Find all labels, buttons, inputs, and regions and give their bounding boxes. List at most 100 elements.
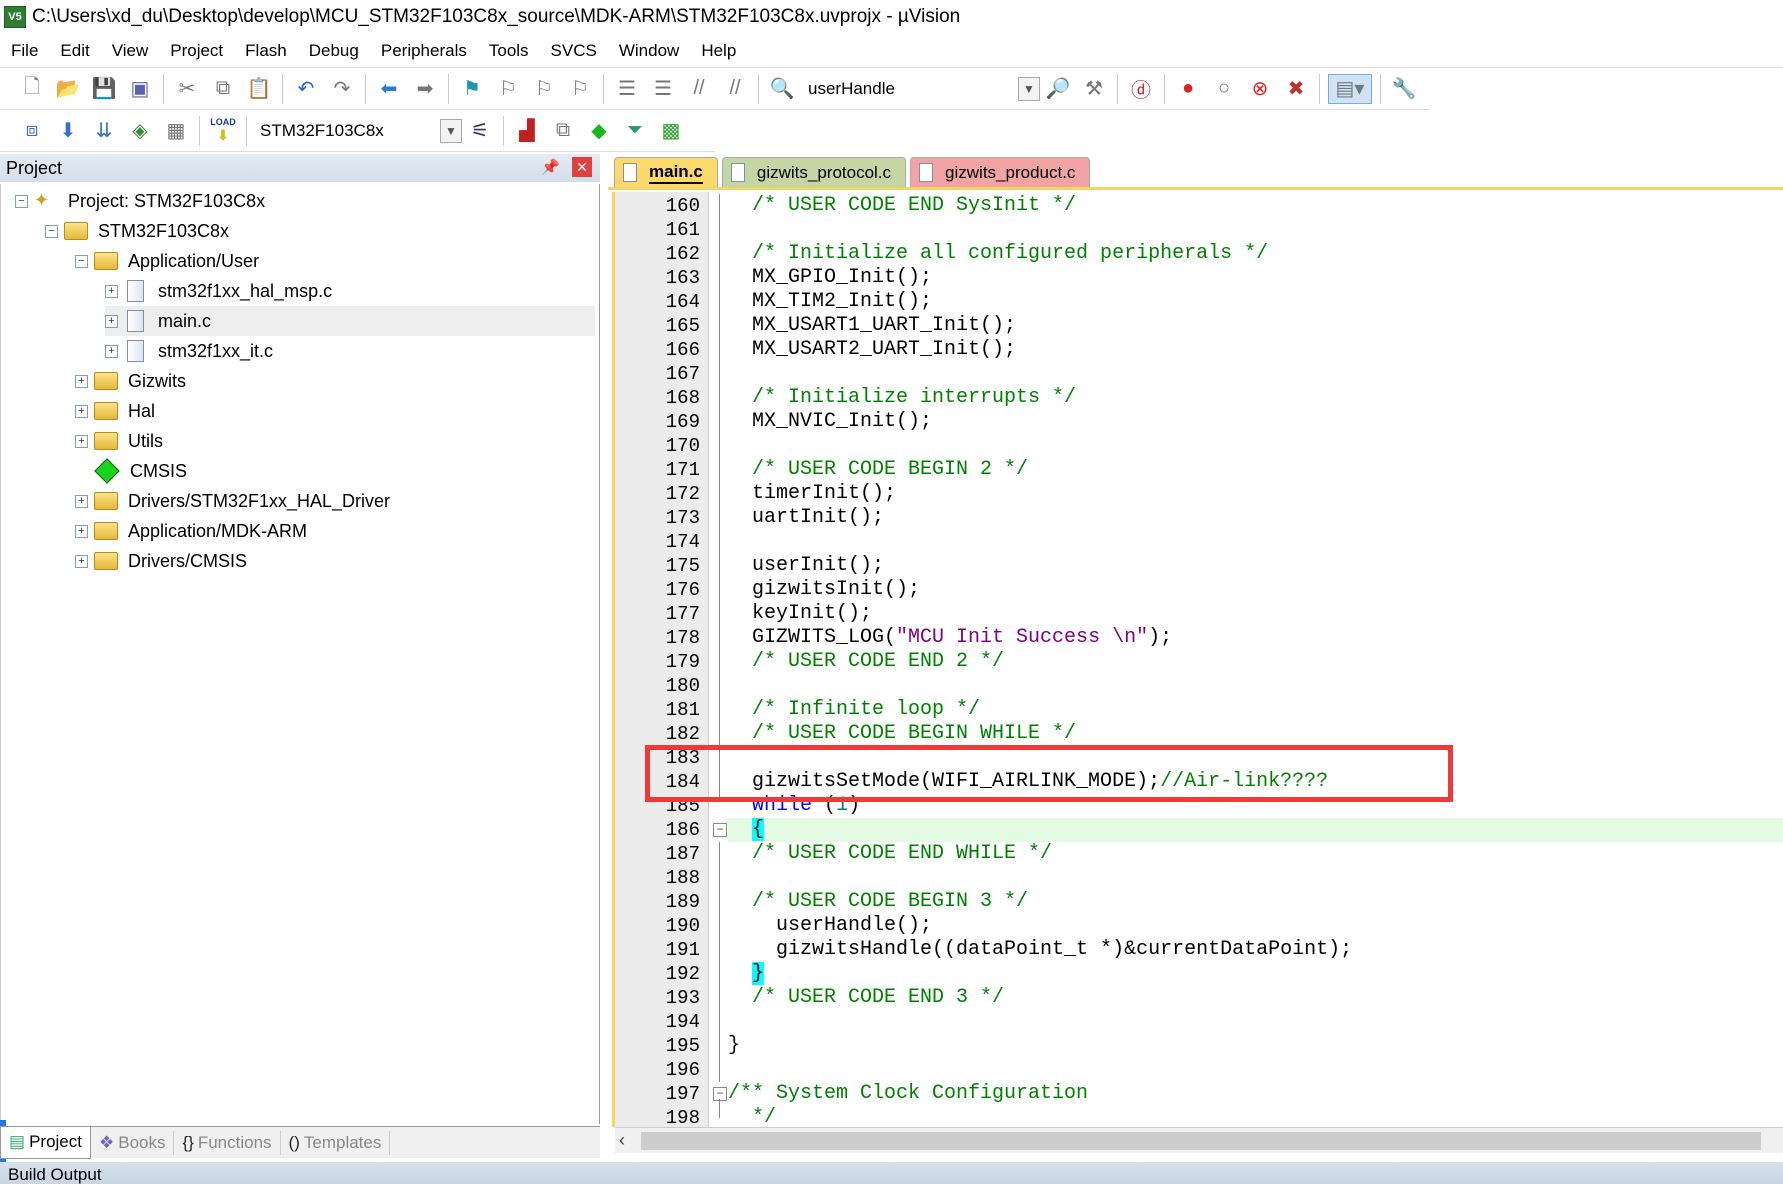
load-download-icon[interactable]: LOAD ⬇ [208, 116, 238, 146]
uncomment-icon[interactable]: // [720, 74, 750, 104]
kill-breakpoints-icon[interactable]: ✖ [1281, 74, 1311, 104]
code-editor[interactable]: 160 161 162 163 164 165 166 167 168 169 170 171 172 1… [612, 192, 1783, 1127]
editor-tab[interactable]: gizwits_protocol.c [721, 157, 907, 187]
code-line[interactable]: uartInit(); [728, 506, 1783, 530]
open-file-icon[interactable]: 📂 [53, 74, 83, 104]
collapse-icon[interactable]: − [15, 194, 28, 208]
code-line[interactable] [728, 1010, 1783, 1034]
code-line[interactable] [728, 674, 1783, 698]
code-line[interactable]: userInit(); [728, 554, 1783, 578]
expand-icon[interactable]: + [75, 434, 88, 448]
menu-view[interactable]: View [101, 41, 160, 61]
tree-item[interactable]: CMSIS [75, 456, 187, 486]
expand-icon[interactable]: + [105, 314, 118, 328]
stop-build-icon[interactable]: ▦ [161, 116, 191, 146]
code-line[interactable]: /* USER CODE END SysInit */ [728, 194, 1783, 218]
clear-bookmarks-icon[interactable]: ⚐ [565, 74, 595, 104]
code-line[interactable]: MX_GPIO_Init(); [728, 266, 1783, 290]
find-icon[interactable]: 🔎 [1043, 74, 1073, 104]
code-line[interactable]: gizwitsHandle((dataPoint_t *)&currentDat… [728, 938, 1783, 962]
tree-item[interactable]: + stm32f1xx_hal_msp.c [105, 276, 332, 306]
tree-item[interactable]: − ✦ Project: STM32F103C8x [15, 186, 265, 216]
save-all-icon[interactable]: ▣ [125, 74, 155, 104]
horizontal-scrollbar[interactable]: ‹ [615, 1127, 1783, 1153]
file-extensions-icon[interactable]: ⧉ [548, 116, 578, 146]
disable-breakpoints-icon[interactable]: ⊗ [1245, 74, 1275, 104]
select-software-packs-icon[interactable]: ⏷ [620, 116, 650, 146]
tree-item[interactable]: − Application/User [75, 246, 259, 276]
cut-icon[interactable]: ✂ [172, 74, 202, 104]
comment-icon[interactable]: // [684, 74, 714, 104]
expand-icon[interactable]: + [75, 554, 88, 568]
new-file-icon[interactable]: 🗋 [17, 74, 47, 104]
expand-icon[interactable]: + [105, 344, 118, 358]
code-line[interactable]: /** System Clock Configuration [728, 1082, 1783, 1106]
code-line[interactable] [728, 530, 1783, 554]
insert-breakpoint-icon[interactable]: ● [1173, 74, 1203, 104]
tree-item[interactable]: + Gizwits [75, 366, 186, 396]
manage-run-time-environment-icon[interactable]: ◆ [584, 116, 614, 146]
collapse-icon[interactable]: − [45, 224, 58, 238]
debug-session-icon[interactable]: ⓓ [1126, 74, 1156, 104]
navigate-forward-icon[interactable]: ➡ [410, 74, 440, 104]
code-line[interactable]: /* USER CODE END WHILE */ [728, 842, 1783, 866]
code-line[interactable]: } [728, 1034, 1783, 1058]
code-line[interactable]: userHandle(); [728, 914, 1783, 938]
scrollbar-thumb[interactable] [641, 1132, 1761, 1150]
pack-installer-icon[interactable]: ▩ [656, 116, 686, 146]
code-line[interactable]: /* USER CODE END 3 */ [728, 986, 1783, 1010]
code-line[interactable]: /* USER CODE BEGIN 2 */ [728, 458, 1783, 482]
build-icon[interactable]: ⬇ [53, 116, 83, 146]
indent-icon[interactable]: ☰ [612, 74, 642, 104]
tree-item[interactable]: + Application/MDK-ARM [75, 516, 307, 546]
code-line[interactable]: gizwitsInit(); [728, 578, 1783, 602]
prev-bookmark-icon[interactable]: ⚐ [493, 74, 523, 104]
copy-icon[interactable]: ⧉ [208, 74, 238, 104]
tree-item[interactable]: + stm32f1xx_it.c [105, 336, 273, 366]
tree-item[interactable]: + Hal [75, 396, 155, 426]
tree-item[interactable]: − STM32F103C8x [45, 216, 229, 246]
configure-icon[interactable]: 🔧 [1389, 74, 1419, 104]
incremental-find-icon[interactable]: ⚒ [1079, 74, 1109, 104]
code-line[interactable] [728, 362, 1783, 386]
paste-icon[interactable]: 📋 [244, 74, 274, 104]
find-combo[interactable]: userHandle ▼ [800, 75, 1040, 103]
navigate-back-icon[interactable]: ⬅ [374, 74, 404, 104]
chevron-down-icon[interactable]: ▼ [1018, 76, 1040, 101]
manage-components-icon[interactable]: ▟ [512, 116, 542, 146]
expand-icon[interactable]: + [105, 284, 118, 298]
menu-window[interactable]: Window [608, 41, 690, 61]
unindent-icon[interactable]: ☰ [648, 74, 678, 104]
fold-collapse-icon[interactable]: − [713, 823, 727, 837]
code-line[interactable]: /* USER CODE BEGIN WHILE */ [728, 722, 1783, 746]
code-line[interactable]: MX_NVIC_Init(); [728, 410, 1783, 434]
rebuild-icon[interactable]: ⇊ [89, 116, 119, 146]
batch-build-icon[interactable]: ◈ [125, 116, 155, 146]
editor-tab[interactable]: gizwits_product.c [910, 157, 1091, 187]
tree-item[interactable]: + main.c [105, 306, 595, 336]
expand-icon[interactable]: + [75, 404, 88, 418]
redo-icon[interactable]: ↷ [327, 74, 357, 104]
undo-icon[interactable]: ↶ [291, 74, 321, 104]
code-line[interactable]: */ [728, 1106, 1783, 1127]
menu-file[interactable]: File [0, 41, 49, 61]
tree-item[interactable]: + Drivers/CMSIS [75, 546, 247, 576]
menu-peripherals[interactable]: Peripherals [370, 41, 478, 61]
tab-functions[interactable]: {} Functions [174, 1130, 281, 1155]
code-line[interactable]: MX_TIM2_Init(); [728, 290, 1783, 314]
code-line[interactable]: keyInit(); [728, 602, 1783, 626]
next-bookmark-icon[interactable]: ⚐ [529, 74, 559, 104]
enable-breakpoint-icon[interactable]: ○ [1209, 74, 1239, 104]
scroll-left-icon[interactable]: ‹ [619, 1130, 625, 1151]
fold-collapse-icon[interactable]: − [713, 1087, 727, 1101]
code-line[interactable] [728, 218, 1783, 242]
expand-icon[interactable]: + [75, 494, 88, 508]
chevron-down-icon[interactable]: ▼ [440, 118, 462, 143]
tab-books[interactable]: ❖ Books [91, 1130, 175, 1155]
target-options-icon[interactable]: ⚟ [465, 116, 495, 146]
code-line[interactable]: /* Infinite loop */ [728, 698, 1783, 722]
code-line[interactable]: timerInit(); [728, 482, 1783, 506]
menu-tools[interactable]: Tools [478, 41, 540, 61]
code-line[interactable]: /* USER CODE END 2 */ [728, 650, 1783, 674]
code-line[interactable] [728, 1058, 1783, 1082]
